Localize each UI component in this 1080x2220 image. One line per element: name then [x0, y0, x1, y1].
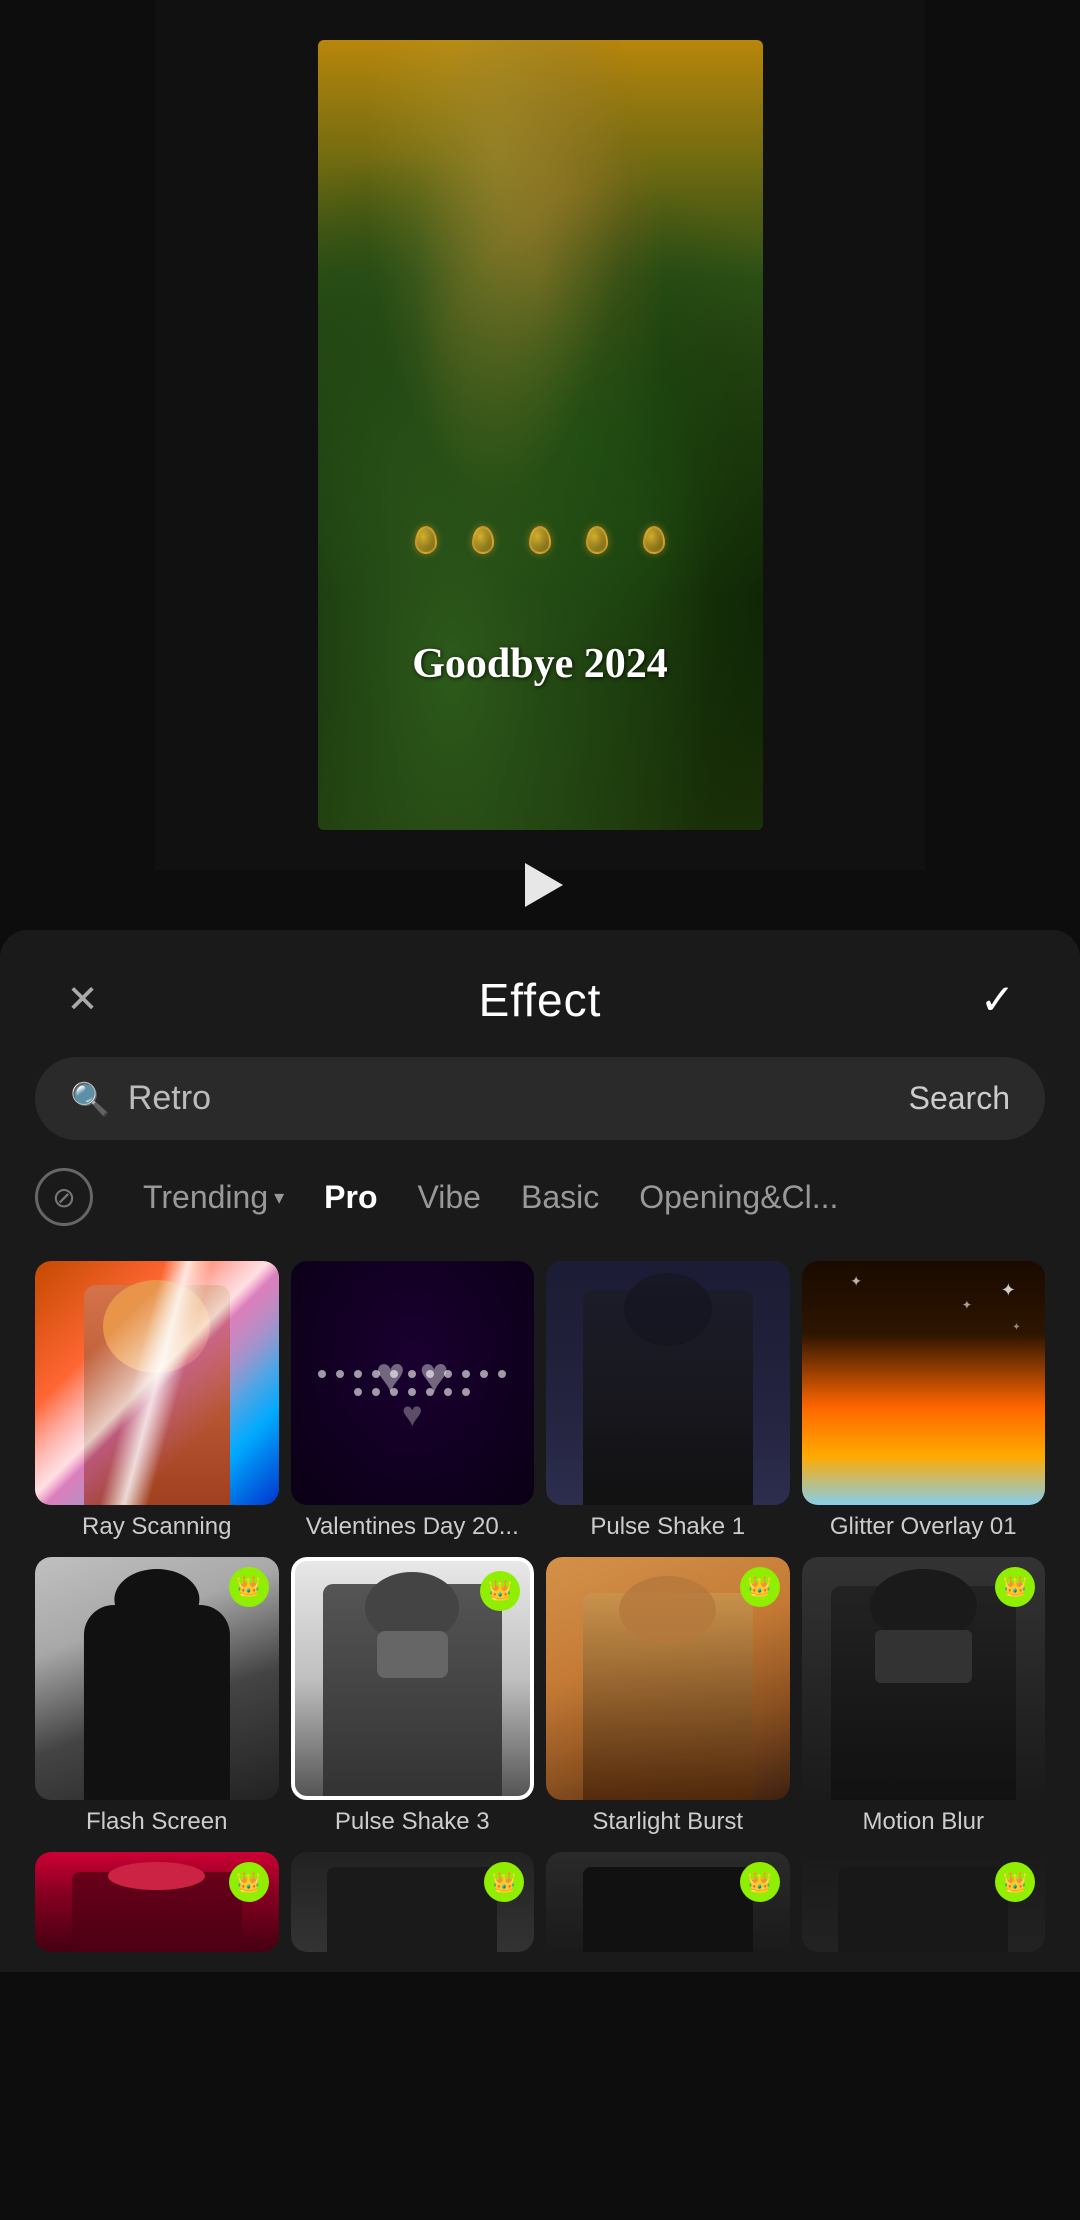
- video-title: Goodbye 2024: [318, 640, 763, 688]
- tab-basic[interactable]: Basic: [501, 1169, 619, 1226]
- filter-tabs: ⊘ Trending ▾ Pro Vibe Basic Opening&Cl..…: [0, 1168, 1080, 1251]
- water-drop: [472, 526, 494, 554]
- effect-label-pulse-shake-3: Pulse Shake 3: [291, 1800, 535, 1840]
- water-drop: [586, 526, 608, 554]
- effect-item-row3-b[interactable]: 👑: [291, 1852, 535, 1952]
- effect-item-row3-c[interactable]: 👑: [546, 1852, 790, 1952]
- confirm-button[interactable]: ✓: [970, 972, 1025, 1027]
- crown-badge: 👑: [484, 1862, 524, 1902]
- search-input[interactable]: [128, 1079, 891, 1118]
- effect-thumbnail-valentines: ♥ ♥ ♥: [291, 1261, 535, 1505]
- effect-thumbnail-ray-scanning: [35, 1261, 279, 1505]
- tab-pro-label: Pro: [324, 1179, 377, 1215]
- video-preview-area: Goodbye 2024: [0, 0, 1080, 870]
- effect-thumbnail-motion-blur: 👑: [802, 1557, 1046, 1801]
- effect-thumbnail-row3b: 👑: [291, 1852, 535, 1952]
- effect-thumbnail-flash-screen: 👑: [35, 1557, 279, 1801]
- close-icon: ✕: [67, 981, 99, 1019]
- water-drops: [362, 526, 718, 554]
- effect-panel-title: Effect: [479, 973, 602, 1027]
- search-bar[interactable]: 🔍 Search: [35, 1057, 1045, 1140]
- effect-item-row3-a[interactable]: 👑: [35, 1852, 279, 1952]
- effect-label-pulse-shake-1: Pulse Shake 1: [546, 1505, 790, 1545]
- tab-trending[interactable]: Trending ▾: [123, 1169, 304, 1226]
- effect-thumbnail-pulse-shake-1: [546, 1261, 790, 1505]
- effect-grid: Ray Scanning ♥ ♥ ♥ Valentines Day 20...: [0, 1251, 1080, 1972]
- effect-item-pulse-shake-3[interactable]: 👑 Pulse Shake 3: [291, 1557, 535, 1841]
- effect-thumbnail-pulse-shake-3: 👑: [291, 1557, 535, 1801]
- effect-label-ray-scanning: Ray Scanning: [35, 1505, 279, 1545]
- effect-label-valentines: Valentines Day 20...: [291, 1505, 535, 1545]
- effect-panel: ✕ Effect ✓ 🔍 Search ⊘ Trending ▾ Pro Vib…: [0, 930, 1080, 1972]
- effect-thumbnail-row3a: 👑: [35, 1852, 279, 1952]
- effect-item-flash-screen[interactable]: 👑 Flash Screen: [35, 1557, 279, 1841]
- effect-item-valentines[interactable]: ♥ ♥ ♥ Valentines Day 20...: [291, 1261, 535, 1545]
- effect-thumbnail-starlight-burst: 👑: [546, 1557, 790, 1801]
- side-panel-right: [925, 0, 1080, 870]
- tab-vibe[interactable]: Vibe: [398, 1169, 501, 1226]
- effect-label-glitter: Glitter Overlay 01: [802, 1505, 1046, 1545]
- effect-thumbnail-row3c: 👑: [546, 1852, 790, 1952]
- close-button[interactable]: ✕: [55, 972, 110, 1027]
- tab-opening[interactable]: Opening&Cl...: [619, 1169, 858, 1226]
- leaf-overlay: [318, 40, 763, 830]
- crown-badge: 👑: [229, 1567, 269, 1607]
- effect-item-starlight-burst[interactable]: 👑 Starlight Burst: [546, 1557, 790, 1841]
- effect-thumbnail-glitter: ✦ ✦ ✦ ✦: [802, 1261, 1046, 1505]
- effect-item-pulse-shake-1[interactable]: Pulse Shake 1: [546, 1261, 790, 1545]
- effect-label-flash-screen: Flash Screen: [35, 1800, 279, 1840]
- crown-badge: 👑: [740, 1862, 780, 1902]
- effect-item-motion-blur[interactable]: 👑 Motion Blur: [802, 1557, 1046, 1841]
- search-icon: 🔍: [70, 1080, 110, 1118]
- play-button[interactable]: [505, 850, 575, 920]
- crown-badge: 👑: [740, 1567, 780, 1607]
- effect-thumbnail-row3d: 👑: [802, 1852, 1046, 1952]
- effect-label-starlight-burst: Starlight Burst: [546, 1800, 790, 1840]
- tab-vibe-label: Vibe: [418, 1179, 481, 1215]
- play-icon: [525, 863, 563, 907]
- side-panel-left: [0, 0, 155, 870]
- checkmark-icon: ✓: [980, 975, 1015, 1024]
- search-button[interactable]: Search: [909, 1080, 1010, 1117]
- video-preview: Goodbye 2024: [318, 40, 763, 830]
- water-drop: [643, 526, 665, 554]
- crown-badge: 👑: [995, 1567, 1035, 1607]
- crown-badge: 👑: [229, 1862, 269, 1902]
- no-filter-icon: ⊘: [52, 1181, 75, 1214]
- figure-silhouette: [84, 1605, 230, 1800]
- effect-header: ✕ Effect ✓: [0, 930, 1080, 1057]
- crown-badge: 👑: [480, 1571, 520, 1611]
- crown-badge: 👑: [995, 1862, 1035, 1902]
- effect-item-row3-d[interactable]: 👑: [802, 1852, 1046, 1952]
- effect-item-ray-scanning[interactable]: Ray Scanning: [35, 1261, 279, 1545]
- effect-label-motion-blur: Motion Blur: [802, 1800, 1046, 1840]
- water-drop: [415, 526, 437, 554]
- effect-item-glitter[interactable]: ✦ ✦ ✦ ✦ Glitter Overlay 01: [802, 1261, 1046, 1545]
- water-drop: [529, 526, 551, 554]
- figure-head: [114, 1569, 199, 1630]
- tab-pro[interactable]: Pro: [304, 1169, 397, 1226]
- chevron-down-icon: ▾: [274, 1185, 284, 1210]
- tab-basic-label: Basic: [521, 1179, 599, 1215]
- tab-trending-label: Trending: [143, 1179, 268, 1216]
- no-filter-button[interactable]: ⊘: [35, 1168, 93, 1226]
- tab-opening-label: Opening&Cl...: [639, 1179, 838, 1215]
